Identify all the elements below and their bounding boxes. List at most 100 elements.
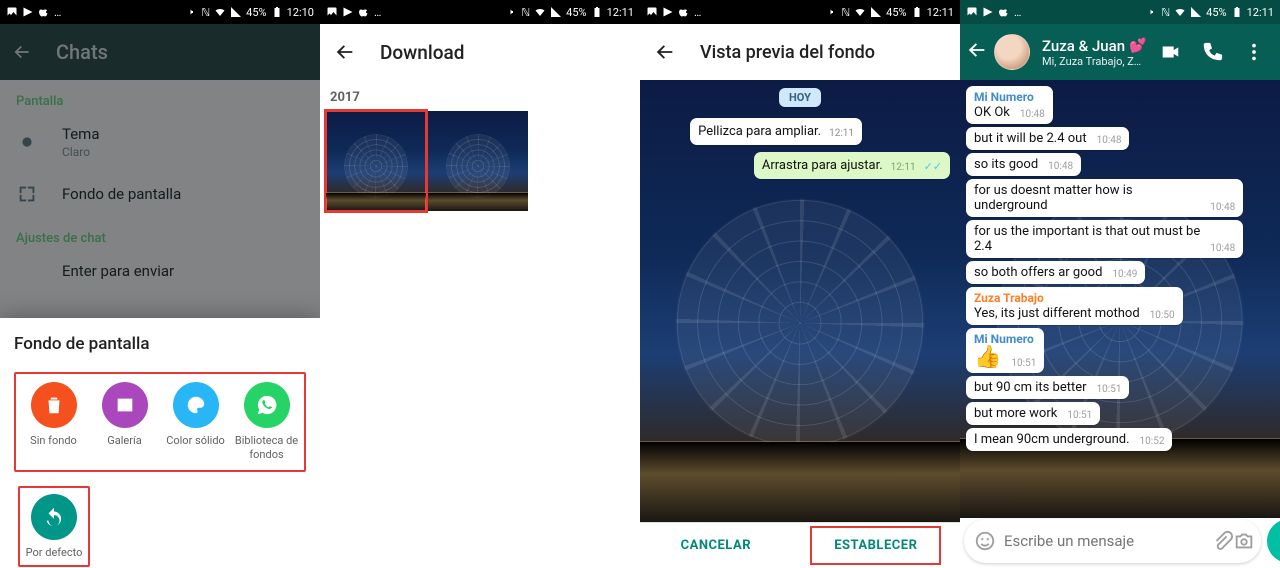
video-call-button[interactable] xyxy=(1152,41,1188,63)
clock: 12:11 xyxy=(927,7,954,18)
message-time: 10:48 xyxy=(1020,109,1045,120)
apple-icon xyxy=(678,6,690,18)
message-text: OK Ok xyxy=(974,105,1010,120)
message-bubble[interactable]: for us the important is that out must be… xyxy=(966,220,1243,258)
battery-pct: 45% xyxy=(1206,7,1226,18)
wifi-icon xyxy=(534,6,546,18)
camera-icon[interactable] xyxy=(1233,530,1255,552)
play-icon xyxy=(22,6,34,18)
composer xyxy=(964,518,1276,564)
opt-label: Por defecto xyxy=(26,546,83,560)
date-chip: HOY xyxy=(779,88,821,107)
play-icon xyxy=(982,6,994,18)
message-bubble[interactable]: I mean 90cm underground.10:52 xyxy=(966,428,1172,451)
nfc-icon: ℕ xyxy=(521,7,530,18)
status-bar: … ℕ 45% 12:11 xyxy=(960,0,1280,24)
message-time: 10:48 xyxy=(1210,243,1235,254)
message-text: so its good xyxy=(974,157,1038,172)
message-text: but 90 cm its better xyxy=(974,380,1087,395)
messages-container: Mi NumeroOK Ok 10:48 but it will be 2.4 ou… xyxy=(960,80,1280,518)
chat-title: Zuza & Juan xyxy=(1042,37,1125,55)
wallpaper-bottom-sheet: Fondo de pantalla Sin fondo Galería Colo… xyxy=(0,318,320,568)
avatar[interactable] xyxy=(994,34,1030,70)
message-bubble[interactable]: but more work10:51 xyxy=(966,402,1100,425)
message-text: so both offers ar good xyxy=(974,265,1102,280)
message-bubble[interactable]: Zuza TrabajoYes, its just different moth… xyxy=(966,287,1183,325)
apple-icon xyxy=(998,6,1010,18)
message-text: but more work xyxy=(974,406,1057,421)
preview-actions: CANCELAR ESTABLECER xyxy=(640,522,960,568)
message-input[interactable] xyxy=(996,532,1211,550)
message-time: 10:48 xyxy=(1048,161,1073,172)
signal-icon xyxy=(1190,6,1202,18)
message-bubble[interactable]: Mi NumeroOK Ok 10:48 xyxy=(966,86,1053,124)
image-icon xyxy=(326,6,338,18)
mic-button[interactable] xyxy=(1267,519,1280,563)
read-ticks-icon: ✓✓ xyxy=(924,160,942,173)
wifi-icon xyxy=(1174,6,1186,18)
clock: 12:11 xyxy=(607,7,634,18)
more-icon: … xyxy=(374,7,381,18)
opt-gallery[interactable]: Galería xyxy=(89,382,160,462)
panel-3-preview: … ℕ 45% 12:11 Vista previa del fondo HOY… xyxy=(640,0,960,568)
wallpaper-preview[interactable]: HOY Pellizca para ampliar. 12:11 Arrastr… xyxy=(640,80,960,522)
signal-icon xyxy=(870,6,882,18)
chat-body[interactable]: Mi NumeroOK Ok 10:48 but it will be 2.4 ou… xyxy=(960,80,1280,518)
message-sender: Mi Numero xyxy=(974,90,1045,104)
message-time: 10:50 xyxy=(1150,310,1175,321)
mute-icon xyxy=(825,6,837,18)
battery-pct: 45% xyxy=(566,7,586,18)
back-button[interactable] xyxy=(966,39,988,65)
emoji-icon[interactable] xyxy=(974,530,996,552)
attach-icon[interactable] xyxy=(1211,530,1233,552)
gallery-icon xyxy=(114,394,136,416)
thumbs-up-icon: 👍 xyxy=(974,347,1001,369)
msg-text: Pellizca para ampliar. xyxy=(698,124,821,139)
voice-call-button[interactable] xyxy=(1194,41,1230,63)
battery-pct: 45% xyxy=(886,7,906,18)
opt-default[interactable]: Por defecto xyxy=(18,486,90,568)
battery-pct: 45% xyxy=(246,7,266,18)
nfc-icon: ℕ xyxy=(1161,7,1170,18)
back-arrow-icon[interactable] xyxy=(654,41,676,63)
chat-title-box[interactable]: Zuza & Juan 💕 Mi, Zuza Trabajo, Zuzzan..… xyxy=(1042,37,1146,68)
message-bubble[interactable]: Mi Numero👍10:51 xyxy=(966,328,1044,373)
preview-msg-in: Pellizca para ampliar. 12:11 xyxy=(690,118,862,145)
battery-icon xyxy=(591,6,603,18)
battery-icon xyxy=(271,6,283,18)
message-time: 10:48 xyxy=(1210,202,1235,213)
menu-button[interactable] xyxy=(1236,41,1272,63)
cancel-button[interactable]: CANCELAR xyxy=(659,528,773,563)
message-bubble[interactable]: so both offers ar good10:49 xyxy=(966,261,1145,284)
opt-no-background[interactable]: Sin fondo xyxy=(18,382,89,462)
message-bubble[interactable]: but it will be 2.4 out10:48 xyxy=(966,127,1129,150)
opt-wallpaper-library[interactable]: Biblioteca de fondos xyxy=(231,382,302,462)
message-text: but it will be 2.4 out xyxy=(974,131,1087,146)
back-arrow-icon[interactable] xyxy=(334,41,356,63)
whatsapp-icon xyxy=(256,394,278,416)
thumbnail-1[interactable] xyxy=(326,111,426,211)
phone-icon xyxy=(1201,41,1223,63)
message-time: 10:51 xyxy=(1097,384,1122,395)
set-button[interactable]: ESTABLECER xyxy=(812,528,939,563)
opt-label: Galería xyxy=(107,434,141,448)
play-icon xyxy=(342,6,354,18)
wifi-icon xyxy=(854,6,866,18)
year-header: 2017 xyxy=(320,80,640,111)
message-text: Yes, its just different mothod xyxy=(974,306,1140,321)
mute-icon xyxy=(505,6,517,18)
message-bubble[interactable]: but 90 cm its better 10:51 xyxy=(966,376,1129,399)
mute-icon xyxy=(1145,6,1157,18)
mute-icon xyxy=(185,6,197,18)
message-time: 10:52 xyxy=(1140,436,1165,447)
msg-time: 12:11 xyxy=(829,128,854,139)
sheet-options-row: Sin fondo Galería Color sólido Bibliotec… xyxy=(14,372,306,472)
thumbnail-2[interactable] xyxy=(428,111,528,211)
appbar-download: Download xyxy=(320,24,640,80)
opt-solid-color[interactable]: Color sólido xyxy=(160,382,231,462)
opt-label: Biblioteca de fondos xyxy=(231,434,302,462)
message-bubble[interactable]: so its good 10:48 xyxy=(966,153,1081,176)
clock: 12:10 xyxy=(287,7,314,18)
play-icon xyxy=(662,6,674,18)
message-bubble[interactable]: for us doesnt matter how is underground1… xyxy=(966,179,1243,217)
